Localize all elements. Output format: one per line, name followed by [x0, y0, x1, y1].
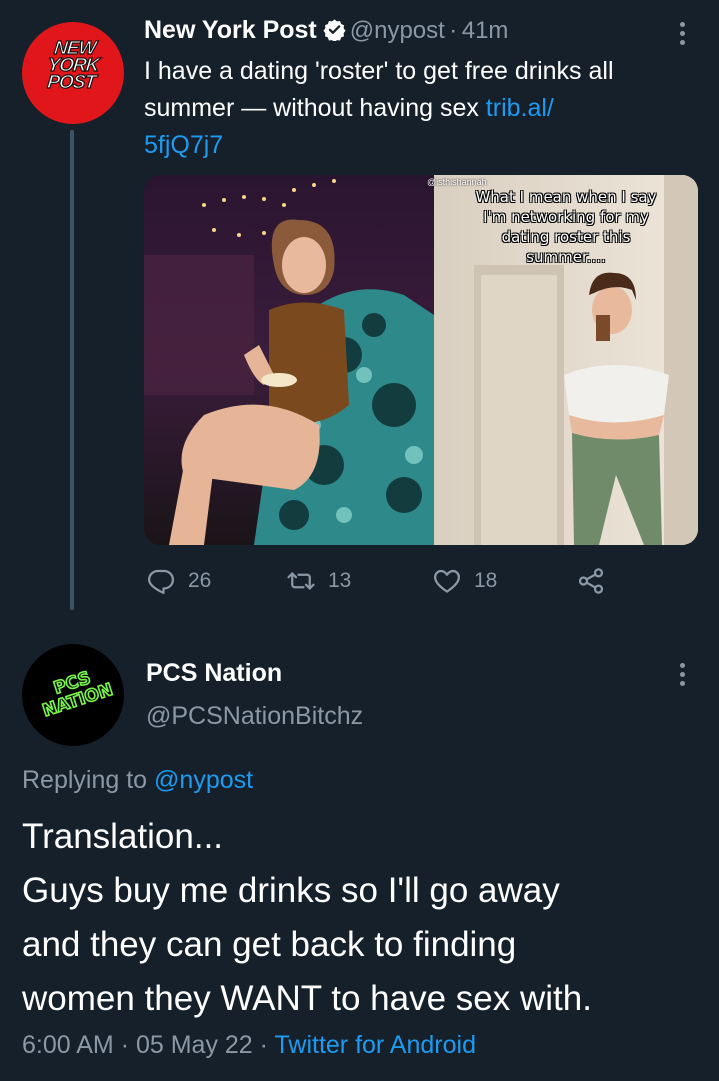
media-caption-line: What I mean when I say [475, 188, 657, 206]
reply-date[interactable]: 05 May 22 [136, 1031, 253, 1059]
tweet-link-continued[interactable]: 5fjQ7j7 [144, 127, 704, 164]
reply-text-line: Guys buy me drinks so I'll go away [22, 871, 560, 910]
retweet-count: 13 [328, 569, 352, 592]
nypost-avatar[interactable]: NEW YORK POST [22, 22, 124, 124]
share-icon [578, 568, 604, 594]
author-handle[interactable]: @nypost [350, 17, 445, 44]
reply-icon [148, 569, 174, 594]
retweet-icon [287, 572, 315, 590]
separator-dot: · [449, 17, 458, 44]
replying-to-handle[interactable]: @nypost [154, 766, 253, 794]
more-options-icon[interactable] [680, 22, 688, 49]
reply-time[interactable]: 6:00 AM [22, 1031, 114, 1059]
author-name[interactable]: New York Post [144, 16, 317, 44]
thread-line [70, 130, 74, 610]
tweet-text-plain: summer — without having sex [144, 94, 486, 122]
reply-button[interactable]: 26 [146, 566, 211, 596]
tweet-time[interactable]: 41m [462, 17, 509, 44]
separator-dot: · [259, 1031, 268, 1059]
media-caption-line: I'm networking for my [483, 208, 649, 226]
tweet-header: New York Post @nypost · 41m [144, 16, 508, 45]
share-button[interactable] [576, 566, 618, 596]
tweet-text-line: I have a dating 'roster' to get free dri… [144, 57, 614, 85]
retweet-button[interactable]: 13 [286, 566, 351, 596]
reply-client[interactable]: Twitter for Android [275, 1031, 476, 1059]
pcs-nation-avatar[interactable]: PCS NATION [22, 644, 124, 746]
reply-author-name[interactable]: PCS Nation [146, 659, 282, 688]
replying-to: Replying to @nypost [22, 766, 253, 795]
like-button[interactable]: 18 [432, 566, 497, 596]
media-caption: What I mean when I say I'm networking fo… [434, 187, 698, 267]
tweet-link[interactable]: trib.al/ [486, 94, 554, 122]
reply-metadata: 6:00 AM · 05 May 22 · Twitter for Androi… [22, 1031, 476, 1060]
tweet-media[interactable]: @isthishannah What I mean when I say I'm… [144, 175, 698, 545]
verified-badge-icon [323, 19, 346, 41]
reply-text-line: Translation... [22, 817, 224, 856]
reply-text-line: and they can get back to finding [22, 925, 517, 964]
separator-dot: · [120, 1031, 130, 1059]
media-watermark: @isthishannah [427, 177, 487, 187]
media-caption-line: summer.... [526, 248, 606, 266]
tweet-text: I have a dating 'roster' to get free dri… [144, 53, 704, 164]
media-caption-line: dating roster this [501, 228, 631, 246]
heart-icon [434, 569, 460, 593]
replying-to-label: Replying to [22, 766, 155, 794]
reply-count: 26 [188, 569, 212, 592]
like-count: 18 [474, 569, 498, 592]
nypost-logo: NEW YORK POST [46, 37, 101, 93]
pcs-nation-logo: PCS NATION [39, 667, 116, 722]
tweet-text-line: summer — without having sex trib.al/ [144, 90, 704, 127]
reply-text: Translation... Guys buy me drinks so I'l… [22, 810, 712, 1026]
reply-text-line: women they WANT to have sex with. [22, 979, 592, 1018]
reply-author-handle[interactable]: @PCSNationBitchz [146, 702, 363, 731]
reply-more-options-icon[interactable] [680, 663, 688, 690]
